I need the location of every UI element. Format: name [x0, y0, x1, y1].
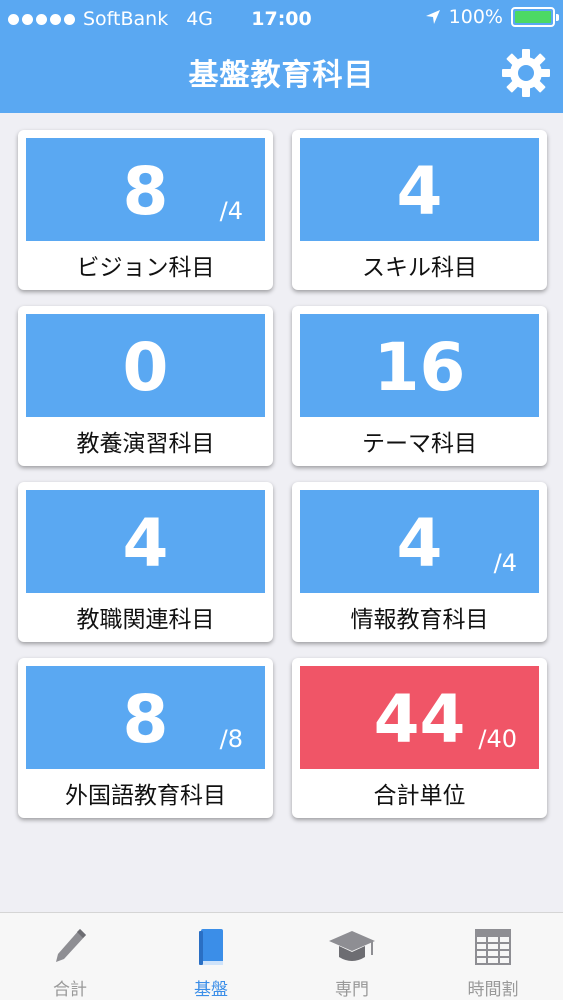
header: SoftBank 4G 17:00 100% 基盤教育科目	[0, 0, 563, 113]
card-label: ビジョン科目	[76, 255, 215, 281]
tab-label: 基盤	[194, 980, 228, 1000]
tab-label: 専門	[335, 980, 369, 1000]
card-value: 4	[122, 505, 169, 582]
location-arrow-icon	[425, 10, 440, 24]
status-bar: SoftBank 4G 17:00 100%	[0, 0, 563, 38]
card-value: 0	[122, 329, 169, 406]
tab-basic[interactable]: 基盤	[141, 913, 281, 1000]
card-label: 情報教育科目	[350, 607, 489, 633]
card-value: 4	[396, 153, 443, 230]
tab-label: 時間割	[467, 980, 519, 1000]
pencil-icon	[56, 929, 86, 962]
status-right: 100%	[425, 6, 559, 28]
card-total-credits[interactable]: 44 /40 合計単位	[292, 658, 547, 818]
card-skill[interactable]: 4 スキル科目	[292, 130, 547, 290]
card-label: 教職関連科目	[76, 607, 215, 633]
card-value: 16	[373, 329, 466, 406]
tab-timetable[interactable]: 時間割	[423, 913, 563, 1000]
card-liberal-seminar[interactable]: 0 教養演習科目	[18, 306, 273, 466]
card-label: 外国語教育科目	[65, 783, 226, 809]
card-required: /40	[478, 725, 517, 753]
card-theme[interactable]: 16 テーマ科目	[292, 306, 547, 466]
card-teaching[interactable]: 4 教職関連科目	[18, 482, 273, 642]
card-vision[interactable]: 8 /4 ビジョン科目	[18, 130, 273, 290]
card-label: スキル科目	[362, 255, 477, 281]
graduation-cap-icon	[329, 931, 375, 961]
page-title: 基盤教育科目	[188, 58, 375, 93]
battery-icon	[511, 7, 559, 27]
tab-label: 合計	[53, 980, 87, 1000]
book-icon	[199, 929, 223, 965]
tab-specialized[interactable]: 専門	[282, 913, 422, 1000]
battery-percent: 100%	[448, 6, 503, 28]
card-required: /8	[219, 725, 243, 753]
card-information[interactable]: 4 /4 情報教育科目	[292, 482, 547, 642]
timetable-icon	[475, 929, 511, 965]
gear-icon[interactable]	[501, 48, 551, 98]
card-required: /4	[493, 549, 517, 577]
card-label: テーマ科目	[362, 431, 477, 457]
tab-total[interactable]: 合計	[0, 913, 140, 1000]
card-label: 教養演習科目	[76, 431, 215, 457]
card-foreign-language[interactable]: 8 /8 外国語教育科目	[18, 658, 273, 818]
tab-bar: 合計 基盤 専門 時間割	[0, 912, 563, 1000]
card-label: 合計単位	[373, 783, 466, 809]
card-required: /4	[219, 197, 243, 225]
